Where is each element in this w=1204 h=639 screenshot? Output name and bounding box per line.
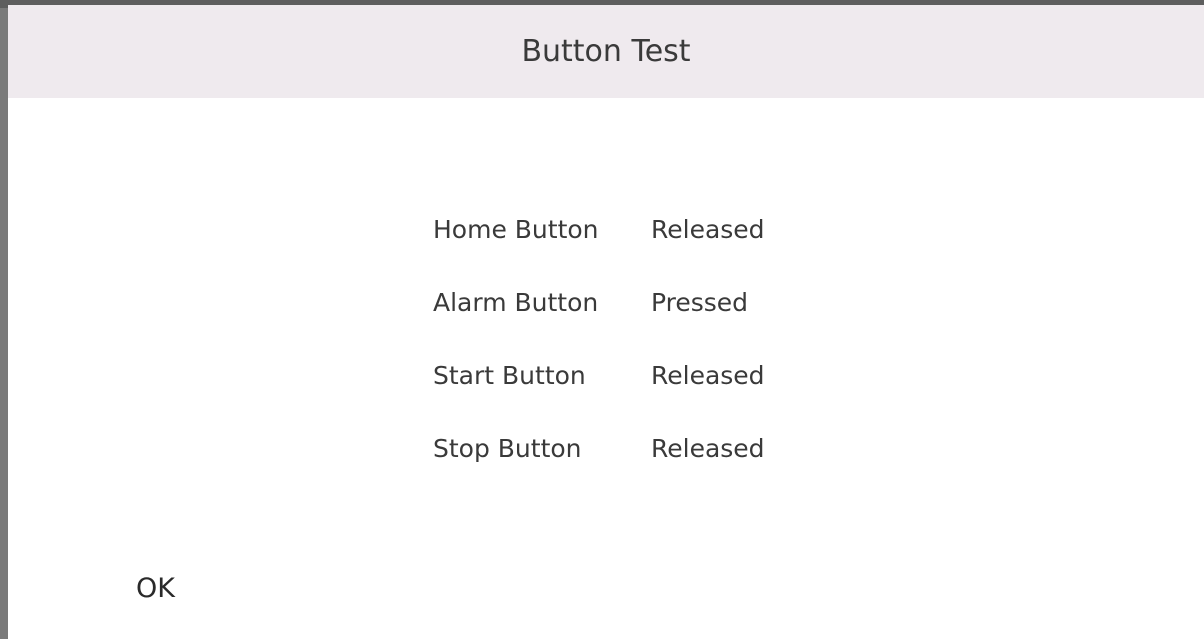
status-value: Released: [651, 215, 765, 244]
status-label: Stop Button: [433, 434, 582, 463]
status-label: Alarm Button: [433, 288, 599, 317]
status-label: Start Button: [433, 361, 586, 390]
dialog-title: Button Test: [521, 34, 691, 69]
button-status-list: Home Button Released Alarm Button Presse…: [433, 193, 851, 485]
status-value: Pressed: [651, 288, 749, 317]
status-value: Released: [651, 361, 765, 390]
status-value: Released: [651, 434, 765, 463]
status-label: Home Button: [433, 215, 599, 244]
ok-button[interactable]: OK: [118, 565, 193, 612]
dialog-header: Button Test: [8, 5, 1204, 98]
button-test-dialog: Button Test Home Button Released Alarm B…: [8, 5, 1204, 639]
